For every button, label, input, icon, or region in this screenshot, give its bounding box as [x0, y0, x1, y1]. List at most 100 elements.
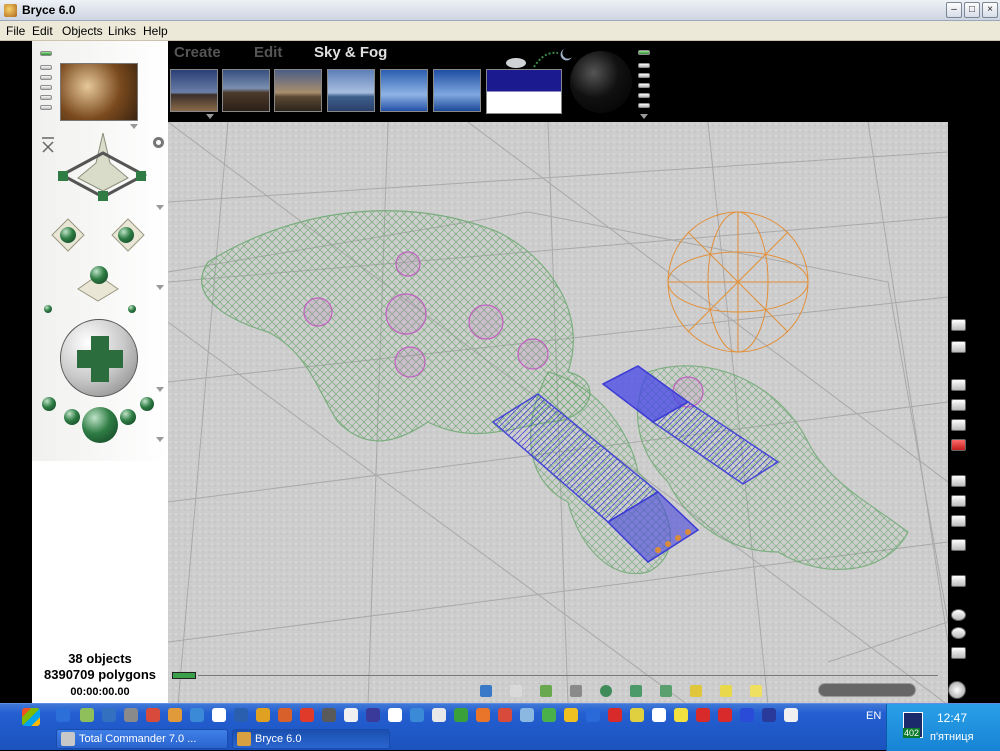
- app-launch-22-icon[interactable]: [542, 708, 556, 722]
- display-mode-2-icon[interactable]: [951, 495, 966, 507]
- reset-views-icon[interactable]: [40, 136, 56, 154]
- app-launch-11-icon[interactable]: [300, 708, 314, 722]
- back-arrow-icon[interactable]: [718, 708, 732, 722]
- app-launch-9-icon[interactable]: [256, 708, 270, 722]
- pan-ball-4-icon[interactable]: [140, 397, 154, 411]
- app-launch-24-icon[interactable]: [586, 708, 600, 722]
- app-launch-18-icon[interactable]: [454, 708, 468, 722]
- zoom-in-icon[interactable]: [951, 609, 966, 621]
- zoom-out-icon[interactable]: [951, 627, 966, 639]
- tab-sky-fog[interactable]: Sky & Fog: [314, 44, 387, 61]
- view-control-icon[interactable]: [58, 133, 148, 205]
- pan-ball-3-icon[interactable]: [120, 409, 136, 425]
- tool-4-icon[interactable]: [570, 685, 582, 697]
- pan-menu-arrow[interactable]: [156, 437, 164, 442]
- language-indicator[interactable]: EN: [866, 710, 881, 722]
- desktop-icon[interactable]: [56, 708, 70, 722]
- palette-dot-3[interactable]: [638, 73, 650, 78]
- memory-dot-3[interactable]: [40, 75, 52, 80]
- ridge-sky-preset[interactable]: [327, 69, 375, 112]
- tool-1-icon[interactable]: [480, 685, 492, 697]
- maximize-button[interactable]: □: [964, 2, 980, 18]
- display-mode-3-icon[interactable]: [951, 515, 966, 527]
- globe-icon[interactable]: [948, 681, 966, 699]
- playback-controls[interactable]: [818, 683, 916, 697]
- palette-dot-5[interactable]: [638, 93, 650, 98]
- tab-create[interactable]: Create: [174, 44, 221, 61]
- eraser-tool-icon[interactable]: [951, 341, 966, 353]
- app-launch-23-icon[interactable]: [564, 708, 578, 722]
- app-launch-1-icon[interactable]: [80, 708, 94, 722]
- tool-2-icon[interactable]: [510, 685, 522, 697]
- palette-dot-4[interactable]: [638, 83, 650, 88]
- sunset-sky-preset[interactable]: [274, 69, 322, 112]
- app-launch-14-icon[interactable]: [366, 708, 380, 722]
- small-ball-right-icon[interactable]: [128, 305, 136, 313]
- pan-ball-2-icon[interactable]: [64, 409, 80, 425]
- minimize-button[interactable]: –: [946, 2, 962, 18]
- app-launch-4-icon[interactable]: [146, 708, 160, 722]
- app-launch-31-icon[interactable]: [740, 708, 754, 722]
- menu-edit[interactable]: Edit: [32, 24, 53, 38]
- memory-dot-5[interactable]: [40, 95, 52, 100]
- animation-timeline[interactable]: [172, 669, 948, 681]
- mountain-sky-preset[interactable]: [222, 69, 270, 112]
- cross-menu-arrow[interactable]: [156, 387, 164, 392]
- app-launch-3-icon[interactable]: [124, 708, 138, 722]
- palette-dot-1[interactable]: [638, 50, 650, 55]
- app-launch-33-icon[interactable]: [784, 708, 798, 722]
- timeline-slider-handle[interactable]: [172, 672, 196, 679]
- app-launch-28-icon[interactable]: [674, 708, 688, 722]
- memory-dot-1[interactable]: [40, 51, 52, 56]
- palette-dot-2[interactable]: [638, 63, 650, 68]
- nano-preview-thumbnail[interactable]: [60, 63, 138, 121]
- firefox-icon[interactable]: [476, 708, 490, 722]
- close-button[interactable]: ×: [982, 2, 998, 18]
- taskbar-item-bryce[interactable]: Bryce 6.0: [232, 729, 390, 749]
- tool-8-icon[interactable]: [690, 685, 702, 697]
- app-launch-21-icon[interactable]: [520, 708, 534, 722]
- save-disk-icon[interactable]: [762, 708, 776, 722]
- taskbar-clock[interactable]: 12:47: [937, 711, 967, 725]
- trackball-center-icon[interactable]: [90, 266, 108, 284]
- tool-9-icon[interactable]: [720, 685, 732, 697]
- view-menu-arrow[interactable]: [156, 205, 164, 210]
- app-launch-25-icon[interactable]: [608, 708, 622, 722]
- app-launch-27-icon[interactable]: [652, 708, 666, 722]
- app-launch-26-icon[interactable]: [630, 708, 644, 722]
- app-launch-13-icon[interactable]: [344, 708, 358, 722]
- start-windows-icon[interactable]: [22, 708, 40, 726]
- tab-edit[interactable]: Edit: [254, 44, 282, 61]
- menu-help[interactable]: Help: [143, 24, 168, 38]
- app-launch-5-icon[interactable]: [168, 708, 182, 722]
- preview-menu-arrow[interactable]: [130, 124, 138, 129]
- app-launch-7-icon[interactable]: [212, 708, 226, 722]
- pan-ball-main-icon[interactable]: [82, 407, 118, 443]
- preset-menu-arrow[interactable]: [206, 114, 214, 119]
- app-launch-12-icon[interactable]: [322, 708, 336, 722]
- app-launch-16-icon[interactable]: [410, 708, 424, 722]
- camera-trackball-icon[interactable]: [38, 213, 158, 303]
- menu-links[interactable]: Links: [108, 24, 136, 38]
- app-launch-17-icon[interactable]: [432, 708, 446, 722]
- view-mode-2-icon[interactable]: [951, 399, 966, 411]
- render-stop-icon[interactable]: [951, 439, 966, 451]
- sun-direction-sphere[interactable]: [570, 51, 632, 113]
- pan-ball-1-icon[interactable]: [42, 397, 56, 411]
- app-launch-15-icon[interactable]: [388, 708, 402, 722]
- tool-6-icon[interactable]: [630, 685, 642, 697]
- wireframe-viewport[interactable]: [167, 121, 949, 706]
- app-launch-10-icon[interactable]: [278, 708, 292, 722]
- pencil-tool-icon[interactable]: [951, 319, 966, 331]
- view-mode-1-icon[interactable]: [951, 379, 966, 391]
- menu-file[interactable]: File: [6, 24, 25, 38]
- tool-7-icon[interactable]: [660, 685, 672, 697]
- pan-hand-icon[interactable]: [951, 647, 966, 659]
- palette-menu-arrow[interactable]: [640, 114, 648, 119]
- memory-dot-4[interactable]: [40, 85, 52, 90]
- taskbar-item-total-commander[interactable]: Total Commander 7.0 ...: [56, 729, 228, 749]
- camera-menu-arrow[interactable]: [156, 285, 164, 290]
- horizon-sky-preset[interactable]: [433, 69, 481, 112]
- view-mode-3-icon[interactable]: [951, 419, 966, 431]
- sky-color-box[interactable]: [486, 69, 562, 114]
